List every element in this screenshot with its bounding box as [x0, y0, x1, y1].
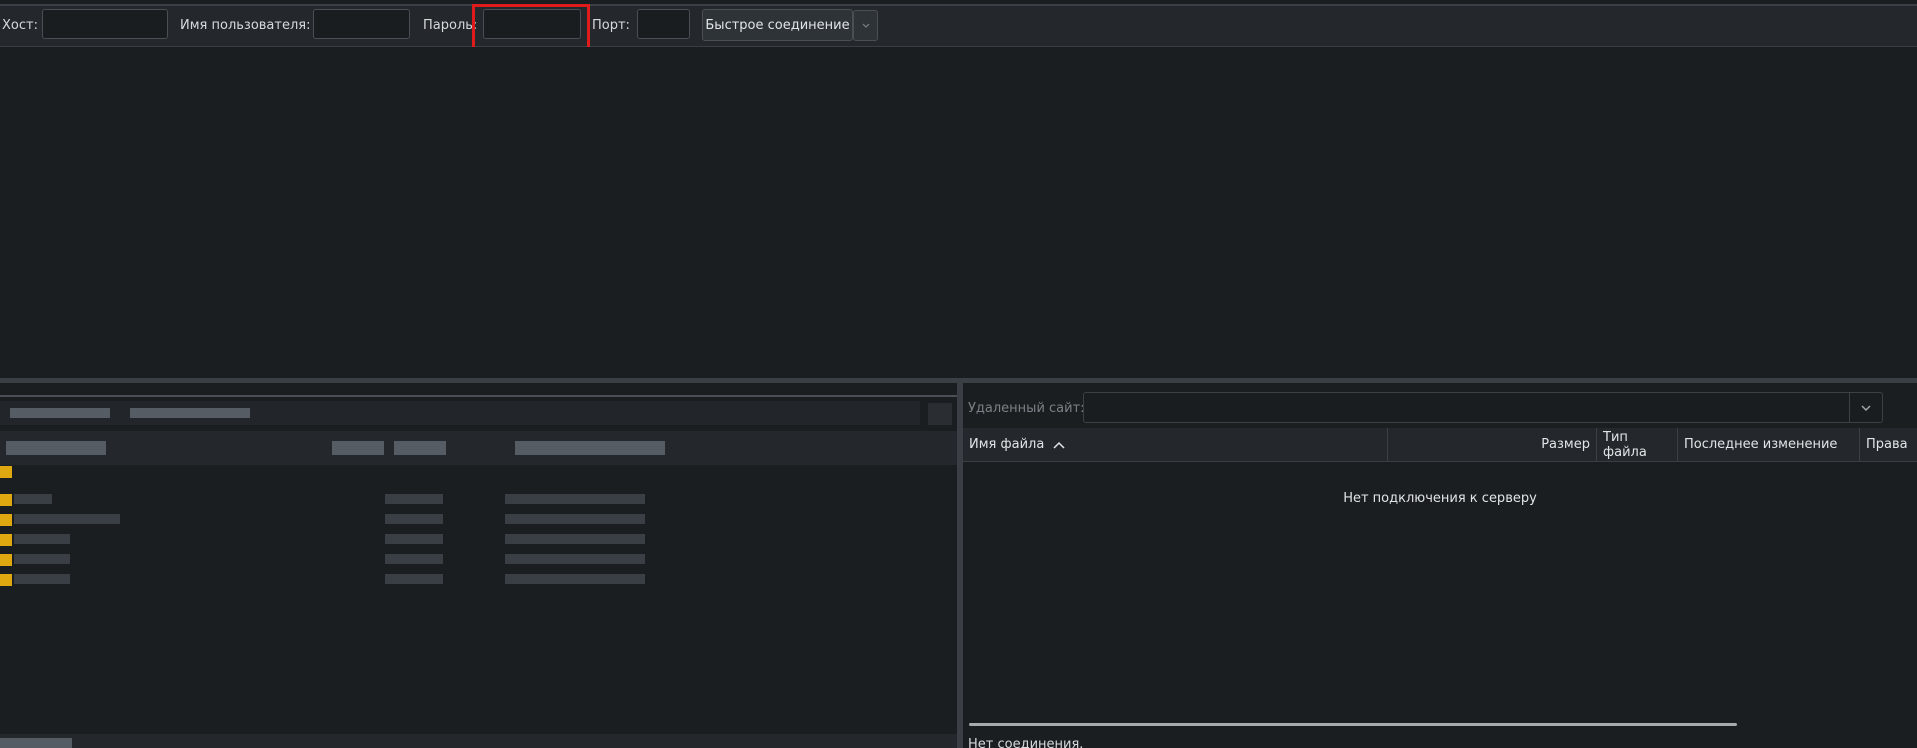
folder-icon — [0, 466, 12, 478]
quickconnect-bar: Хост: Имя пользователя: Пароль: Порт: Бы… — [0, 6, 1917, 47]
list-item-date — [505, 574, 645, 584]
remote-file-header: Имя файла Размер Тип файла Последнее изм… — [963, 428, 1917, 462]
list-item-size — [385, 554, 443, 564]
col-type-label: Тип файла — [1603, 429, 1647, 460]
local-panel — [0, 383, 957, 748]
password-label: Пароль: — [423, 18, 478, 33]
list-item-date — [505, 554, 645, 564]
local-file-header — [0, 431, 957, 465]
local-site-dropdown[interactable] — [928, 403, 952, 425]
port-input[interactable] — [637, 9, 690, 39]
list-item-date — [505, 494, 645, 504]
col-filename[interactable]: Имя файла — [963, 428, 1388, 461]
message-log — [0, 47, 1917, 378]
list-item-size — [385, 574, 443, 584]
folder-icon — [0, 574, 12, 586]
list-item[interactable] — [14, 554, 70, 564]
quickconnect-button[interactable]: Быстрое соединение — [702, 9, 853, 41]
local-col-type[interactable] — [394, 441, 446, 455]
local-site-path — [130, 408, 250, 418]
remote-site-dropdown[interactable] — [1849, 393, 1882, 422]
local-status-text — [0, 738, 72, 748]
host-label: Хост: — [2, 18, 38, 33]
password-highlight-box — [472, 4, 590, 51]
list-item[interactable] — [14, 494, 52, 504]
col-permissions[interactable]: Права — [1860, 428, 1917, 461]
quickconnect-dropdown-button[interactable] — [853, 10, 878, 41]
chevron-up-icon — [1053, 441, 1065, 449]
remote-site-input[interactable] — [1083, 392, 1883, 423]
local-status-bar — [0, 734, 957, 748]
local-col-modified[interactable] — [515, 441, 665, 455]
col-modified[interactable]: Последнее изменение — [1678, 428, 1860, 461]
port-label: Порт: — [592, 18, 630, 33]
col-modified-label: Последнее изменение — [1684, 437, 1838, 452]
col-size[interactable]: Размер — [1388, 428, 1597, 461]
col-permissions-label: Права — [1866, 437, 1908, 452]
local-site-label — [10, 408, 110, 418]
col-type[interactable]: Тип файла — [1597, 428, 1678, 461]
remote-site-label: Удаленный сайт: — [968, 401, 1085, 416]
folder-icon — [0, 494, 12, 506]
username-label: Имя пользователя: — [180, 18, 311, 33]
local-col-size[interactable] — [332, 441, 384, 455]
list-item-size — [385, 494, 443, 504]
folder-icon — [0, 534, 12, 546]
horizontal-scrollbar[interactable] — [969, 723, 1737, 726]
local-col-name[interactable] — [6, 441, 106, 455]
remote-panel: Удаленный сайт: Имя файла Размер Тип фай… — [963, 383, 1917, 748]
list-item[interactable] — [14, 534, 70, 544]
username-input[interactable] — [313, 9, 410, 39]
list-item-size — [385, 514, 443, 524]
local-panel-border — [0, 395, 957, 397]
empty-state-message: Нет подключения к серверу — [1343, 491, 1537, 506]
list-item[interactable] — [14, 574, 70, 584]
list-item-size — [385, 534, 443, 544]
chevron-down-icon — [1861, 405, 1871, 411]
folder-icon — [0, 554, 12, 566]
col-size-label: Размер — [1541, 437, 1590, 452]
folder-icon — [0, 514, 12, 526]
list-item[interactable] — [14, 514, 120, 524]
host-input[interactable] — [42, 9, 168, 39]
list-item-date — [505, 514, 645, 524]
remote-status-text: Нет соединения. — [968, 737, 1084, 748]
chevron-down-icon — [862, 23, 869, 28]
col-filename-label: Имя файла — [969, 437, 1045, 452]
list-item-date — [505, 534, 645, 544]
